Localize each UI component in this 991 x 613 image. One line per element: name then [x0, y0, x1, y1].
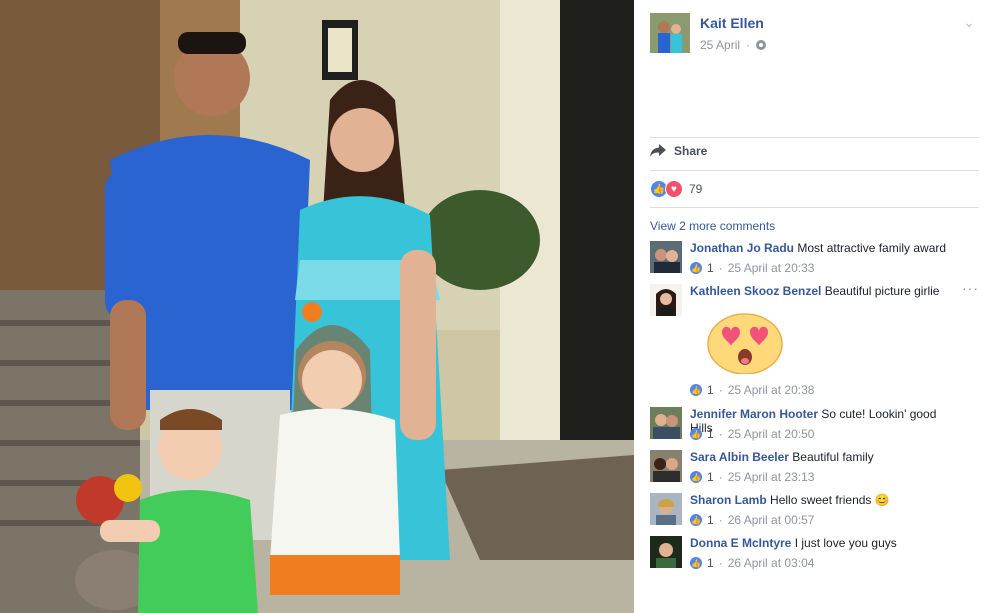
comment-text: I just love you guys [794, 536, 897, 550]
comment-timestamp[interactable]: 25 April at 20:33 [728, 261, 815, 275]
commenter-name-link[interactable]: Sharon Lamb [690, 493, 767, 507]
reaction-count: 79 [689, 182, 703, 196]
share-arrow-icon [650, 144, 666, 157]
comment-text-line: Donna E McIntyre I just love you guys [690, 536, 959, 550]
family-photo-image [0, 0, 634, 613]
comment-meta: 👍 1 · 25 April at 20:38 [690, 383, 815, 397]
commenter-avatar[interactable] [650, 407, 682, 439]
reaction-summary[interactable]: 👍 ♥ 79 [650, 180, 702, 198]
commenter-name-link[interactable]: Sara Albin Beeler [690, 450, 789, 464]
comment-timestamp[interactable]: 25 April at 23:13 [728, 470, 815, 484]
commenter-avatar[interactable] [650, 284, 682, 316]
more-dots-icon[interactable]: ··· [962, 280, 979, 296]
commenter-avatar[interactable] [650, 241, 682, 273]
share-button[interactable]: Share [650, 144, 707, 158]
comment-meta: 👍 1 · 25 April at 20:33 [690, 261, 815, 275]
commenter-name-link[interactable]: Donna E McIntyre [690, 536, 791, 550]
comment-meta: 👍 1 · 25 April at 23:13 [690, 470, 815, 484]
chevron-down-icon[interactable]: ⌄ [963, 14, 975, 31]
comment-timestamp[interactable]: 26 April at 00:57 [728, 513, 815, 527]
comment-text: Beautiful family [792, 450, 874, 464]
comment-like-count[interactable]: 1 [707, 470, 714, 484]
commenter-avatar[interactable] [650, 450, 682, 482]
comment-like-count[interactable]: 1 [707, 427, 714, 441]
author-avatar[interactable] [650, 13, 690, 53]
comment-timestamp[interactable]: 26 April at 03:04 [728, 556, 815, 570]
comment-like-count[interactable]: 1 [707, 513, 714, 527]
heart-eyes-sticker [707, 313, 783, 374]
like-reaction-icon: 👍 [690, 471, 702, 483]
divider [650, 137, 979, 138]
comment-timestamp[interactable]: 25 April at 20:50 [728, 427, 815, 441]
commenter-name-link[interactable]: Jonathan Jo Radu [690, 241, 794, 255]
view-more-comments-link[interactable]: View 2 more comments [650, 219, 775, 233]
divider [650, 170, 979, 171]
commenter-name-link[interactable]: Kathleen Skooz Benzel [690, 284, 821, 298]
comment-meta: 👍 1 · 25 April at 20:50 [690, 427, 815, 441]
comment-text: Hello sweet friends 😊 [770, 493, 890, 507]
post-sidebar: Kait Ellen 25 April · ⌄ Share 👍 ♥ 79 Vie… [634, 0, 991, 613]
comment-meta: 👍 1 · 26 April at 03:04 [690, 556, 815, 570]
share-label: Share [674, 144, 708, 158]
like-reaction-icon: 👍 [690, 262, 702, 274]
like-reaction-icon: 👍 [690, 557, 702, 569]
comment-like-count[interactable]: 1 [707, 556, 714, 570]
comment-like-count[interactable]: 1 [707, 383, 714, 397]
commenter-avatar[interactable] [650, 536, 682, 568]
like-reaction-icon: 👍 [690, 428, 702, 440]
love-reaction-icon: ♥ [665, 180, 683, 198]
commenter-avatar[interactable] [650, 493, 682, 525]
comment-text: Beautiful picture girlie [824, 284, 940, 298]
comment-meta: 👍 1 · 26 April at 00:57 [690, 513, 815, 527]
comment-text-line: Sara Albin Beeler Beautiful family [690, 450, 959, 464]
commenter-name-link[interactable]: Jennifer Maron Hooter [690, 407, 818, 421]
like-reaction-icon: 👍 [690, 514, 702, 526]
globe-icon [756, 40, 767, 50]
like-reaction-icon: 👍 [690, 384, 702, 396]
comment-text-line: Kathleen Skooz Benzel Beautiful picture … [690, 284, 959, 298]
comment-text-line: Sharon Lamb Hello sweet friends 😊 [690, 493, 959, 507]
divider [650, 207, 979, 208]
post-photo[interactable] [0, 0, 634, 613]
comment-text-line: Jonathan Jo Radu Most attractive family … [690, 241, 959, 255]
post-timestamp[interactable]: 25 April · [700, 38, 767, 52]
comment-timestamp[interactable]: 25 April at 20:38 [728, 383, 815, 397]
author-name-link[interactable]: Kait Ellen [700, 15, 764, 31]
comment-text: Most attractive family award [797, 241, 947, 255]
post-date[interactable]: 25 April [700, 38, 740, 52]
comment-like-count[interactable]: 1 [707, 261, 714, 275]
